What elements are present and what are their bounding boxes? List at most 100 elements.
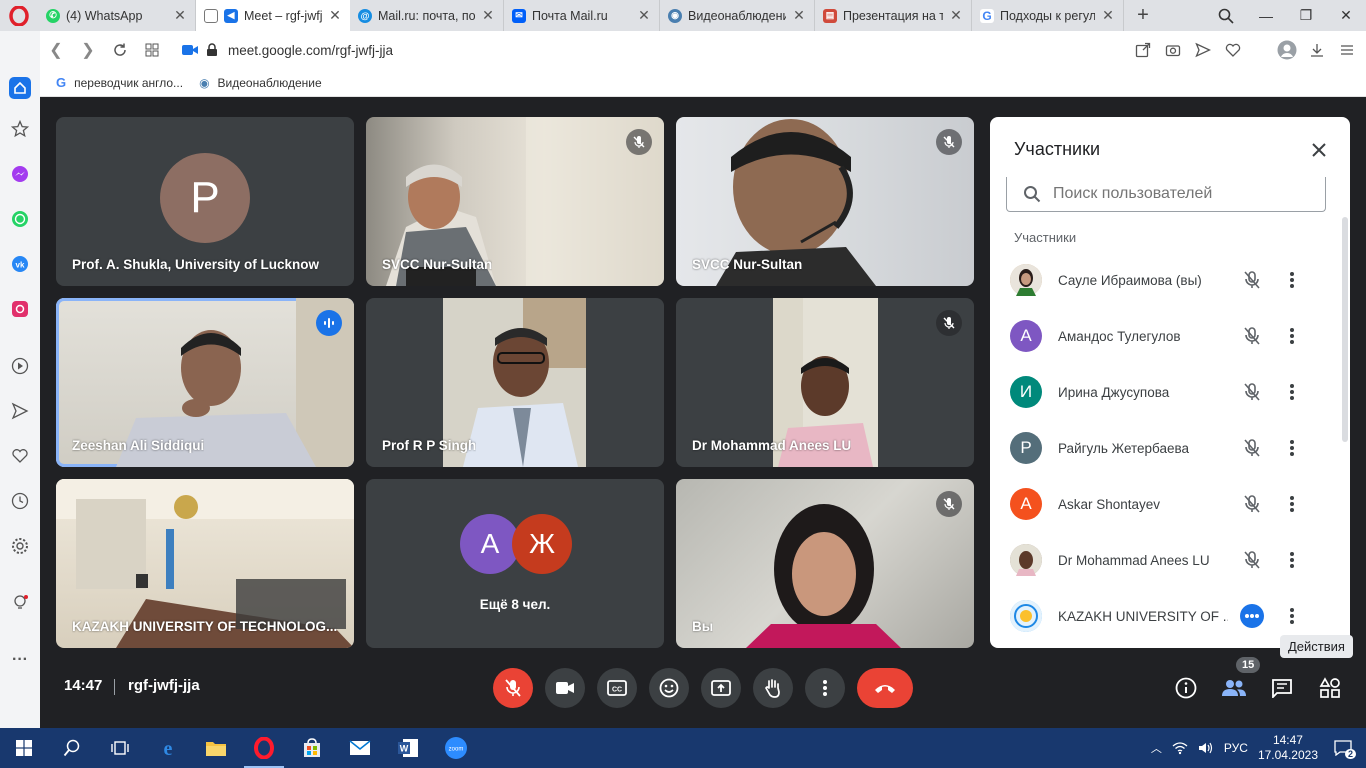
share-icon[interactable] (1130, 37, 1156, 63)
bookmark-translator[interactable]: G переводчик англо... (56, 75, 183, 90)
network-icon[interactable] (1172, 741, 1188, 755)
lightbulb-icon[interactable] (8, 587, 32, 618)
bookmark-heart-icon[interactable] (1220, 37, 1246, 63)
participant-row[interactable]: Р Райгуль Жетербаева (1010, 420, 1330, 476)
more-options-icon[interactable] (1276, 488, 1308, 520)
language-indicator[interactable]: РУС (1224, 741, 1248, 755)
notification-icon[interactable]: 2 (1328, 740, 1358, 759)
minimize-button[interactable]: — (1246, 0, 1286, 31)
mic-off-icon[interactable] (1234, 262, 1270, 298)
zoom-icon[interactable]: zoom (432, 728, 480, 768)
more-icon[interactable]: ··· (8, 644, 32, 675)
forward-button[interactable]: ❯ (72, 34, 104, 66)
edge-icon[interactable]: e (144, 728, 192, 768)
participant-row[interactable]: И Ирина Джусупова (1010, 364, 1330, 420)
instagram-icon[interactable] (8, 293, 32, 324)
download-icon[interactable] (1304, 37, 1330, 63)
tiles-icon[interactable] (136, 34, 168, 66)
clock[interactable]: 14:47 17.04.2023 (1258, 733, 1318, 763)
send-to-flow-icon[interactable] (1190, 37, 1216, 63)
close-tab-icon[interactable]: ✕ (637, 7, 651, 24)
close-tab-icon[interactable]: ✕ (1101, 7, 1115, 24)
start-button[interactable] (0, 728, 48, 768)
speaking-indicator-icon[interactable] (1234, 598, 1270, 634)
participant-tile[interactable]: Dr Mohammad Anees LU (676, 298, 974, 467)
participant-tile[interactable]: Prof R P Singh (366, 298, 664, 467)
reload-button[interactable] (104, 34, 136, 66)
close-tab-icon[interactable]: ✕ (792, 7, 806, 24)
back-button[interactable]: ❮ (40, 34, 72, 66)
close-window-button[interactable]: ✕ (1326, 0, 1366, 31)
more-options-icon[interactable] (1276, 376, 1308, 408)
send-icon[interactable] (8, 395, 32, 426)
camera-toggle-button[interactable] (545, 668, 585, 708)
settings-icon[interactable] (8, 530, 32, 561)
participant-tile[interactable]: SVCC Nur-Sultan (366, 117, 664, 286)
mic-off-icon[interactable] (1234, 430, 1270, 466)
new-tab-button[interactable]: + (1124, 0, 1162, 31)
word-icon[interactable]: W (384, 728, 432, 768)
search-input[interactable] (1053, 185, 1293, 203)
tab-meet[interactable]: ◀ Meet – rgf-jwfj- ✕ (196, 0, 350, 31)
more-options-icon[interactable] (1276, 432, 1308, 464)
close-tab-icon[interactable]: ✕ (173, 7, 187, 24)
participant-tile[interactable]: P Prof. A. Shukla, University of Lucknow (56, 117, 354, 286)
raise-hand-button[interactable] (753, 668, 793, 708)
restore-button[interactable]: ❐ (1286, 0, 1326, 31)
camera-permission-icon[interactable] (174, 34, 206, 66)
participant-row[interactable]: A Askar Shontayev (1010, 476, 1330, 532)
taskbar-search-icon[interactable] (48, 728, 96, 768)
mic-off-icon[interactable] (1234, 486, 1270, 522)
profile-icon[interactable] (1274, 37, 1300, 63)
lock-icon[interactable] (206, 43, 218, 57)
close-tab-icon[interactable]: ✕ (949, 7, 963, 24)
more-options-icon[interactable] (1276, 320, 1308, 352)
chevron-up-icon[interactable]: ︿ (1151, 740, 1162, 756)
close-tab-icon[interactable]: ✕ (481, 7, 495, 24)
menu-icon[interactable] (1334, 37, 1360, 63)
opera-logo-icon[interactable] (0, 0, 38, 31)
home-icon[interactable] (9, 77, 31, 99)
tab-mail[interactable]: ✉ Почта Mail.ru ✕ (504, 0, 660, 31)
tab-presentation[interactable]: ▤ Презентация на те ✕ (815, 0, 972, 31)
present-screen-button[interactable] (701, 668, 741, 708)
store-icon[interactable] (288, 728, 336, 768)
tab-whatsapp[interactable]: ✆ (4) WhatsApp ✕ (38, 0, 196, 31)
participant-row[interactable]: А Амандос Тулегулов (1010, 308, 1330, 364)
snapshot-icon[interactable] (1160, 37, 1186, 63)
tab-google[interactable]: G Подходы к регулир ✕ (972, 0, 1124, 31)
tab-search-icon[interactable] (1206, 0, 1246, 31)
people-button[interactable] (1216, 670, 1252, 706)
activities-button[interactable] (1312, 670, 1348, 706)
star-icon[interactable] (8, 113, 32, 144)
participant-tile[interactable]: Zeeshan Ali Siddiqui (56, 298, 354, 467)
file-explorer-icon[interactable] (192, 728, 240, 768)
more-options-icon[interactable] (1276, 264, 1308, 296)
vk-icon[interactable]: vk (8, 248, 32, 279)
mic-toggle-button[interactable] (493, 668, 533, 708)
url-field[interactable]: meet.google.com/rgf-jwfj-jja (228, 43, 393, 58)
more-options-icon[interactable] (1276, 600, 1308, 632)
more-options-icon[interactable] (1276, 544, 1308, 576)
mail-app-icon[interactable] (336, 728, 384, 768)
leave-call-button[interactable] (857, 668, 913, 708)
heart-icon[interactable] (8, 440, 32, 471)
mic-off-icon[interactable] (1234, 542, 1270, 578)
more-options-button[interactable] (805, 668, 845, 708)
history-icon[interactable] (8, 485, 32, 516)
mic-off-icon[interactable] (1234, 318, 1270, 354)
chat-button[interactable] (1264, 670, 1300, 706)
task-view-icon[interactable] (96, 728, 144, 768)
meeting-details-button[interactable] (1168, 670, 1204, 706)
whatsapp-icon[interactable] (8, 203, 32, 234)
volume-icon[interactable] (1198, 741, 1214, 755)
bookmark-video[interactable]: ◉ Видеонаблюдение (199, 76, 322, 90)
participant-tile[interactable]: KAZAKH UNIVERSITY OF TECHNOLOG... (56, 479, 354, 648)
player-icon[interactable] (8, 350, 32, 381)
opera-taskbar-icon[interactable] (240, 728, 288, 768)
mic-off-icon[interactable] (1234, 374, 1270, 410)
participant-tile[interactable]: SVCC Nur-Sultan (676, 117, 974, 286)
participant-row[interactable]: Сауле Ибраимова (вы) (1010, 252, 1330, 308)
participant-tile[interactable]: Вы (676, 479, 974, 648)
tab-mailru[interactable]: @ Mail.ru: почта, пои ✕ (350, 0, 504, 31)
